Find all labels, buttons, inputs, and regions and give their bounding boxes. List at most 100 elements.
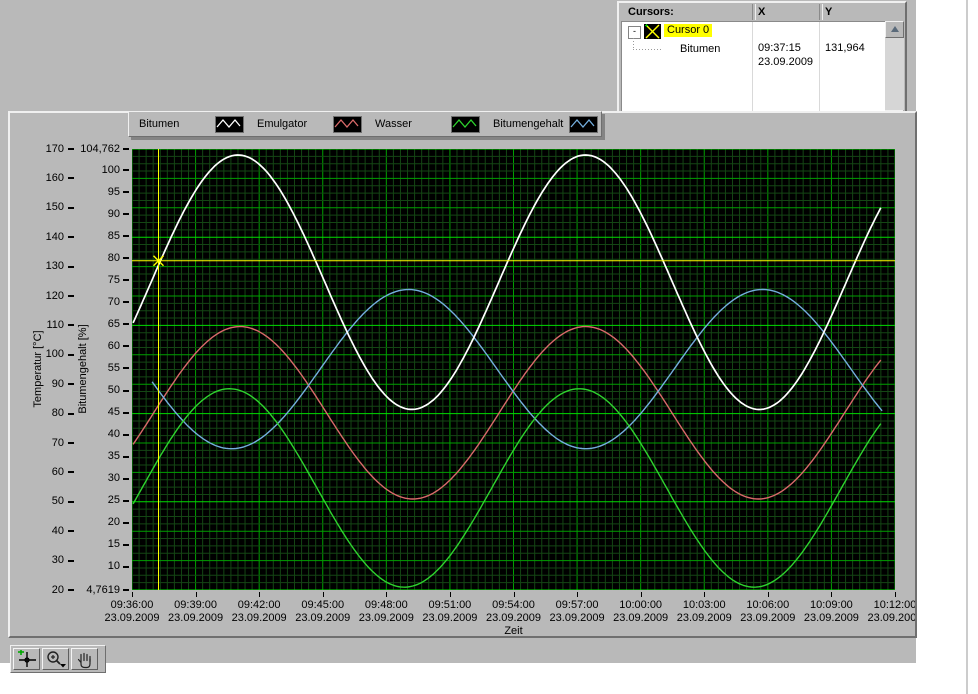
left-axis-tick-label: 20 [10, 584, 64, 596]
second-axis-tick-mark [123, 544, 129, 546]
scroll-up-button[interactable] [885, 21, 904, 38]
second-axis-tick-mark [123, 566, 129, 568]
left-axis-tick-label: 70 [10, 437, 64, 449]
second-axis-tick-label: 50 [66, 384, 120, 396]
plot-sample-icon[interactable] [333, 116, 362, 133]
plot-area[interactable] [132, 149, 895, 590]
x-axis-tick-mark [196, 592, 197, 597]
legend-item[interactable]: Bitumen [129, 112, 247, 136]
cursor-plot-name[interactable]: Bitumen [680, 43, 720, 55]
second-axis-tick-mark [123, 367, 129, 369]
second-axis-tick-mark [123, 257, 129, 259]
left-axis-tick-label: 110 [10, 319, 64, 331]
plot-sample-icon[interactable] [215, 116, 244, 133]
cursor-x-date: 23.09.2009 [758, 56, 813, 68]
second-axis-tick-label: 15 [66, 538, 120, 550]
second-axis-tick-mark [123, 478, 129, 480]
second-axis-tick-mark [123, 412, 129, 414]
legend-item[interactable]: Wasser [365, 112, 483, 136]
left-axis-tick-label: 90 [10, 378, 64, 390]
left-axis-tick-label: 130 [10, 260, 64, 272]
second-axis-tick-mark [123, 323, 129, 325]
legend-item-label: Wasser [375, 118, 451, 130]
pan-tool-button[interactable] [71, 648, 98, 670]
zoom-tool-button[interactable] [42, 648, 69, 670]
y-column-header[interactable]: Y [825, 6, 832, 18]
second-axis-tick-mark [123, 434, 129, 436]
second-axis-tick-label: 60 [66, 340, 120, 352]
left-axis-tick-label: 120 [10, 290, 64, 302]
second-axis-tick-label: 4,7619 [66, 584, 120, 596]
second-axis-tick-label: 90 [66, 208, 120, 220]
cursor-move-tool-button[interactable] [13, 648, 40, 670]
hand-icon [73, 650, 96, 669]
second-axis-tick-mark [123, 500, 129, 502]
second-axis-tick-label: 35 [66, 450, 120, 462]
second-axis-tick-mark [123, 345, 129, 347]
graph-palette [10, 645, 106, 673]
x-axis-tick-mark [704, 592, 705, 597]
legend-item-label: Emulgator [257, 118, 333, 130]
left-axis-tick-mark [68, 266, 74, 268]
x-axis-date-label: 23.09.2009 [850, 612, 917, 624]
left-axis-tick-label: 100 [10, 348, 64, 360]
left-axis-tick-label: 60 [10, 466, 64, 478]
second-axis-tick-mark [123, 301, 129, 303]
second-axis-tick-mark [123, 390, 129, 392]
header-separator [752, 4, 756, 20]
second-axis-tick-label: 70 [66, 296, 120, 308]
x-axis-tick-mark [259, 592, 260, 597]
cursor-name-highlighted[interactable]: Cursor 0 [664, 24, 712, 37]
cursor-crosshair-icon [644, 24, 661, 39]
second-axis-tick-label: 75 [66, 274, 120, 286]
second-axis-tick-mark [123, 589, 129, 591]
second-axis-tick-label: 40 [66, 428, 120, 440]
second-axis-tick-label: 10 [66, 560, 120, 572]
left-axis-tick-mark [68, 354, 74, 356]
x-axis-tick-mark [323, 592, 324, 597]
second-axis-tick-mark [123, 169, 129, 171]
second-axis-tick-label: 30 [66, 472, 120, 484]
window-edge-line [966, 0, 968, 694]
left-axis-tick-mark [68, 442, 74, 444]
labview-front-panel: Cursors: X Y - Cursor 0 Bitumen 09:37:15 [0, 0, 978, 694]
legend-item[interactable]: Emulgator [247, 112, 365, 136]
plot-sample-icon[interactable] [451, 116, 480, 133]
left-axis-tick-label: 80 [10, 407, 64, 419]
left-axis-tick-label: 30 [10, 554, 64, 566]
x-axis-tick-mark [514, 592, 515, 597]
second-axis-tick-label: 65 [66, 318, 120, 330]
second-axis-tick-label: 104,762 [66, 143, 120, 155]
second-axis-tick-mark [123, 148, 129, 150]
second-axis-tick-mark [123, 522, 129, 524]
second-axis-tick-label: 25 [66, 494, 120, 506]
legend-item[interactable]: Bitumengehalt [483, 112, 601, 136]
second-axis-tick-label: 55 [66, 362, 120, 374]
cursor-x-time: 09:37:15 [758, 42, 801, 54]
second-axis-tick-mark [123, 456, 129, 458]
plot-legend: Bitumen Emulgator Wasser Bitumengehalt [128, 111, 602, 137]
left-axis-tick-label: 170 [10, 143, 64, 155]
left-axis-tick-mark [68, 177, 74, 179]
cursor-y-value: 131,964 [825, 42, 865, 54]
x-axis-tick-mark [450, 592, 451, 597]
second-axis-tick-mark [123, 213, 129, 215]
plot-sample-icon[interactable] [569, 116, 598, 133]
x-axis-tick-mark [132, 592, 133, 597]
second-axis-tick-label: 20 [66, 516, 120, 528]
x-axis-tick-mark [386, 592, 387, 597]
second-axis-tick-mark [123, 279, 129, 281]
waveform-chart-panel: Temperatur [°C] Bitumengehalt [%] Zeit 1… [8, 111, 917, 638]
crosshair-icon [15, 650, 38, 668]
x-column-header[interactable]: X [758, 6, 765, 18]
left-axis-tick-label: 50 [10, 495, 64, 507]
x-axis-title: Zeit [132, 625, 895, 637]
tree-connector [633, 49, 663, 50]
legend-item-label: Bitumengehalt [493, 118, 569, 130]
tree-collapse-toggle[interactable]: - [628, 26, 641, 39]
legend-item-label: Bitumen [139, 118, 215, 130]
second-axis-tick-label: 45 [66, 406, 120, 418]
x-axis-time-label: 10:12:00 [850, 599, 917, 611]
second-axis-tick-label: 85 [66, 230, 120, 242]
cursor-legend-header: Cursors: X Y [621, 4, 903, 22]
